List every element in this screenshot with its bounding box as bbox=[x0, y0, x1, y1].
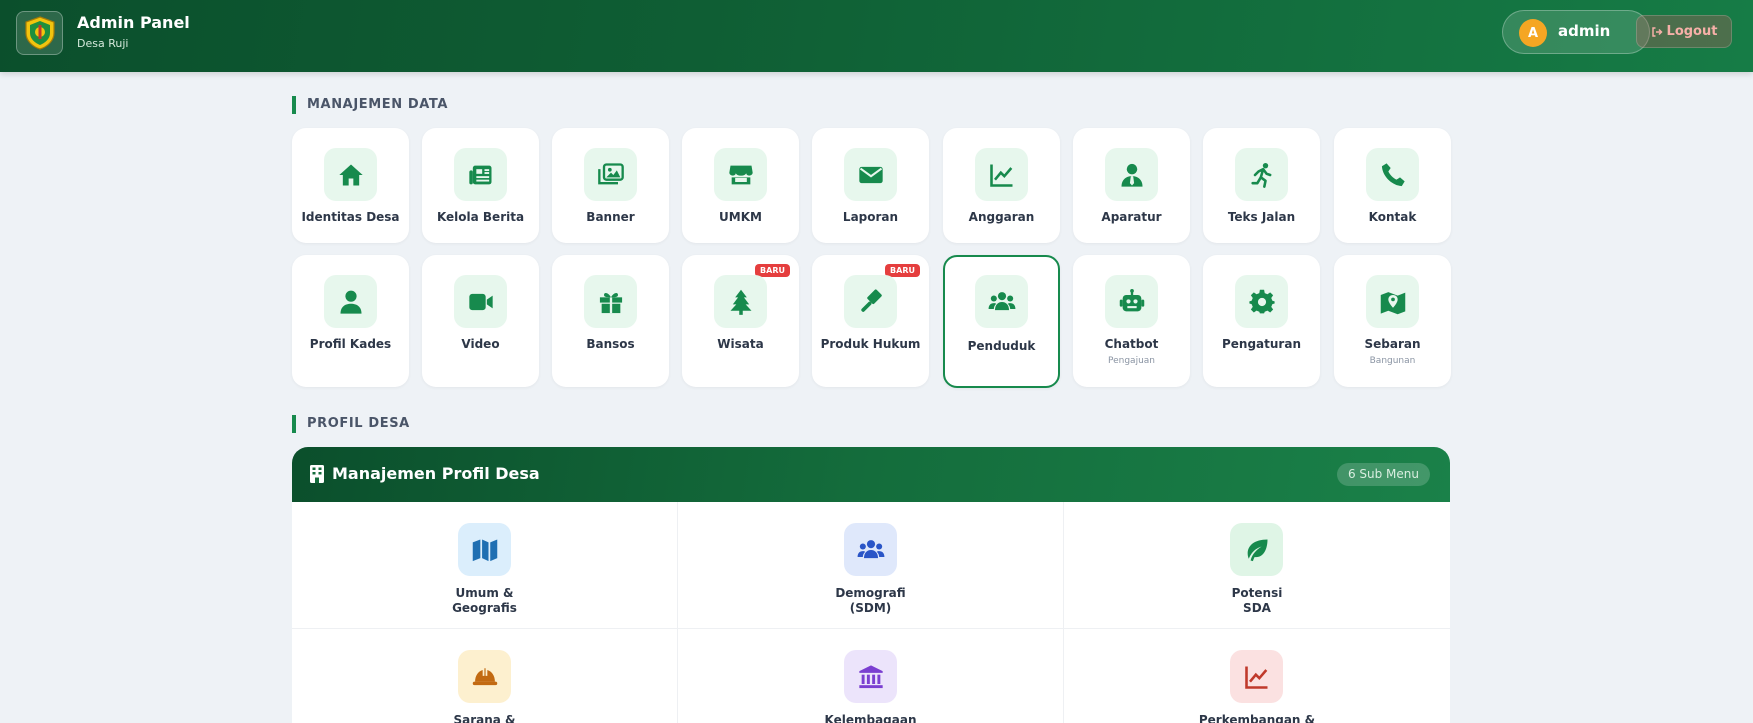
menu-card-label: Sebaran bbox=[1364, 337, 1421, 351]
avatar: A bbox=[1519, 19, 1547, 47]
menu-card-profil-kades[interactable]: Profil Kades bbox=[292, 255, 409, 387]
user-name: admin bbox=[1558, 22, 1611, 40]
images-icon bbox=[584, 148, 637, 201]
menu-card-label: Banner bbox=[586, 210, 635, 224]
menu-card-label: Kelola Berita bbox=[436, 210, 525, 224]
store-icon bbox=[714, 148, 767, 201]
hard-hat-icon bbox=[458, 650, 511, 703]
phone-icon bbox=[1366, 148, 1419, 201]
sign-out-icon bbox=[1651, 26, 1663, 37]
home-icon bbox=[324, 148, 377, 201]
profil-item-sarana[interactable]: Sarana & bbox=[292, 629, 678, 723]
profil-item-label: Kelembagaan bbox=[824, 713, 917, 723]
gear-icon bbox=[1235, 275, 1288, 328]
profil-item-umum-geografis[interactable]: Umum & Geografis bbox=[292, 502, 678, 629]
profil-item-potensi-sda[interactable]: Potensi SDA bbox=[1064, 502, 1450, 629]
chart-line-icon bbox=[1230, 650, 1283, 703]
menu-card-label: Anggaran bbox=[968, 210, 1035, 224]
menu-card-kelola-berita[interactable]: Kelola Berita bbox=[422, 128, 539, 243]
menu-card-wisata[interactable]: BARU Wisata bbox=[682, 255, 799, 387]
menu-card-chatbot[interactable]: Chatbot Pengajuan bbox=[1073, 255, 1190, 387]
top-header: Admin Panel Desa Ruji A admin Logout bbox=[0, 0, 1753, 72]
submenu-count-badge: 6 Sub Menu bbox=[1336, 463, 1430, 486]
leaf-icon bbox=[1230, 523, 1283, 576]
menu-card-sublabel: Bangunan bbox=[1369, 356, 1416, 366]
user-menu[interactable]: A admin bbox=[1502, 10, 1650, 54]
menu-card-pengaturan[interactable]: Pengaturan bbox=[1203, 255, 1320, 387]
logout-label: Logout bbox=[1666, 24, 1718, 39]
users-icon bbox=[844, 523, 897, 576]
menu-card-anggaran[interactable]: Anggaran bbox=[943, 128, 1060, 243]
profil-item-kelembagaan[interactable]: Kelembagaan bbox=[678, 629, 1064, 723]
menu-card-label: Aparatur bbox=[1101, 210, 1162, 224]
profil-item-label: Umum & Geografis bbox=[452, 586, 517, 615]
shield-emblem-icon bbox=[24, 16, 55, 50]
landmark-icon bbox=[844, 650, 897, 703]
panel-title: Manajemen Profil Desa bbox=[332, 464, 540, 483]
gavel-icon bbox=[844, 275, 897, 328]
building-icon bbox=[310, 465, 324, 483]
section-title-profil-desa: PROFIL DESA bbox=[292, 415, 410, 433]
menu-card-produk-hukum[interactable]: BARU Produk Hukum bbox=[812, 255, 929, 387]
map-icon bbox=[458, 523, 511, 576]
menu-card-label: UMKM bbox=[719, 210, 762, 224]
menu-card-label: Chatbot bbox=[1104, 337, 1159, 351]
new-badge: BARU bbox=[755, 264, 790, 277]
video-icon bbox=[454, 275, 507, 328]
menu-card-video[interactable]: Video bbox=[422, 255, 539, 387]
profil-item-label: Perkembangan & bbox=[1198, 713, 1316, 723]
section-title-manajemen-data: MANAJEMEN DATA bbox=[292, 96, 448, 114]
newspaper-icon bbox=[454, 148, 507, 201]
menu-card-kontak[interactable]: Kontak bbox=[1334, 128, 1451, 243]
user-icon bbox=[324, 275, 377, 328]
app-subtitle: Desa Ruji bbox=[77, 37, 129, 50]
menu-card-aparatur[interactable]: Aparatur bbox=[1073, 128, 1190, 243]
robot-icon bbox=[1105, 275, 1158, 328]
menu-card-laporan[interactable]: Laporan bbox=[812, 128, 929, 243]
profil-item-label: Sarana & bbox=[453, 713, 516, 723]
menu-card-label: Produk Hukum bbox=[820, 337, 921, 351]
menu-card-label: Pengaturan bbox=[1221, 337, 1301, 351]
menu-card-label: Wisata bbox=[717, 337, 764, 351]
menu-card-teks-jalan[interactable]: Teks Jalan bbox=[1203, 128, 1320, 243]
new-badge: BARU bbox=[885, 264, 920, 277]
menu-card-label: Laporan bbox=[842, 210, 899, 224]
menu-card-bansos[interactable]: Bansos bbox=[552, 255, 669, 387]
envelope-icon bbox=[844, 148, 897, 201]
profil-item-label: Potensi SDA bbox=[1231, 586, 1283, 615]
profil-item-demografi[interactable]: Demografi (SDM) bbox=[678, 502, 1064, 629]
village-logo[interactable] bbox=[16, 11, 63, 55]
menu-card-label: Video bbox=[461, 337, 500, 351]
logout-button[interactable]: Logout bbox=[1636, 15, 1732, 48]
menu-card-sublabel: Pengajuan bbox=[1108, 356, 1155, 366]
running-icon bbox=[1235, 148, 1288, 201]
menu-card-sebaran[interactable]: Sebaran Bangunan bbox=[1334, 255, 1451, 387]
profil-item-perkembangan[interactable]: Perkembangan & bbox=[1064, 629, 1450, 723]
tree-icon bbox=[714, 275, 767, 328]
profil-desa-panel: Manajemen Profil Desa 6 Sub Menu Umum & G… bbox=[292, 447, 1450, 723]
menu-card-label: Kontak bbox=[1368, 210, 1417, 224]
user-tie-icon bbox=[1105, 148, 1158, 201]
menu-card-label: Bansos bbox=[586, 337, 635, 351]
panel-header: Manajemen Profil Desa 6 Sub Menu bbox=[292, 447, 1450, 502]
map-marker-icon bbox=[1366, 275, 1419, 328]
line-chart-icon bbox=[975, 148, 1028, 201]
menu-card-label: Identitas Desa bbox=[301, 210, 400, 224]
menu-card-label: Teks Jalan bbox=[1227, 210, 1296, 224]
menu-card-umkm[interactable]: UMKM bbox=[682, 128, 799, 243]
menu-card-banner[interactable]: Banner bbox=[552, 128, 669, 243]
app-title: Admin Panel bbox=[77, 13, 190, 32]
menu-card-label: Penduduk bbox=[967, 339, 1036, 353]
menu-card-label: Profil Kades bbox=[309, 337, 392, 351]
menu-card-identitas-desa[interactable]: Identitas Desa bbox=[292, 128, 409, 243]
menu-card-penduduk[interactable]: Penduduk bbox=[943, 255, 1060, 388]
users-icon bbox=[975, 275, 1028, 328]
profil-item-label: Demografi (SDM) bbox=[835, 586, 906, 615]
gift-icon bbox=[584, 275, 637, 328]
